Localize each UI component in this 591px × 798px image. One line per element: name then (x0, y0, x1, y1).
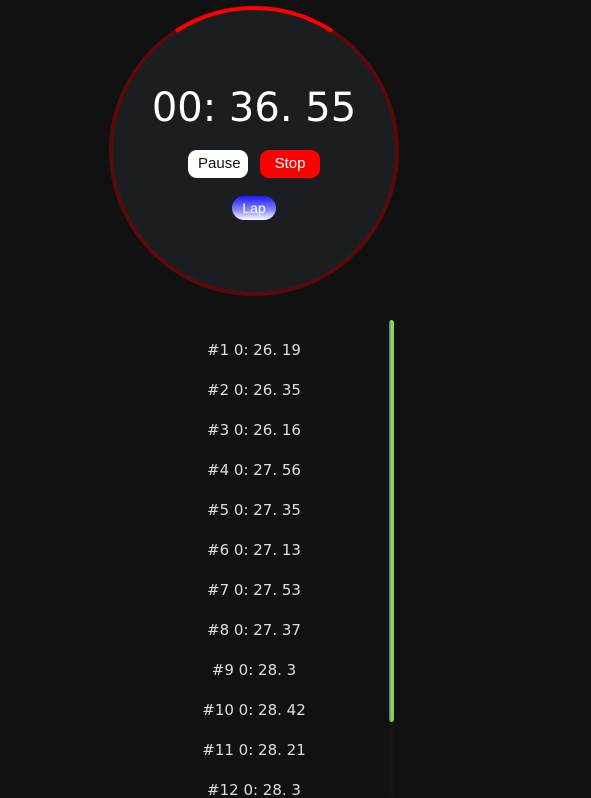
elapsed-time: 00: 36. 55 (151, 85, 357, 131)
laps-list[interactable]: #1 0: 26. 19 #2 0: 26. 35 #3 0: 26. 16 #4 0… (120, 330, 388, 798)
lap-item: #11 0: 28. 21 (202, 741, 306, 759)
lap-item: #10 0: 28. 42 (202, 701, 306, 719)
stopwatch-app: 00: 36. 55 Pause Stop Lap #1 0: 26. 19 #2… (0, 0, 591, 798)
lap-item: #8 0: 27. 37 (207, 621, 301, 639)
scrollbar-thumb[interactable] (389, 320, 394, 722)
lap-item: #3 0: 26. 16 (207, 421, 301, 439)
lap-item: #7 0: 27. 53 (207, 581, 301, 599)
lap-row: Lap (109, 196, 399, 220)
lap-item: #2 0: 26. 35 (207, 381, 301, 399)
lap-button[interactable]: Lap (232, 196, 276, 220)
lap-item: #4 0: 27. 56 (207, 461, 301, 479)
stop-button[interactable]: Stop (260, 150, 320, 178)
lap-item: #12 0: 28. 3 (207, 781, 301, 798)
lap-item: #6 0: 27. 13 (207, 541, 301, 559)
lap-item: #9 0: 28. 3 (211, 661, 297, 679)
lap-item: #1 0: 26. 19 (207, 341, 301, 359)
controls-row: Pause Stop (109, 150, 399, 178)
lap-item: #5 0: 27. 35 (207, 501, 301, 519)
pause-button[interactable]: Pause (188, 150, 248, 178)
stopwatch-dial: 00: 36. 55 Pause Stop Lap (109, 6, 399, 296)
